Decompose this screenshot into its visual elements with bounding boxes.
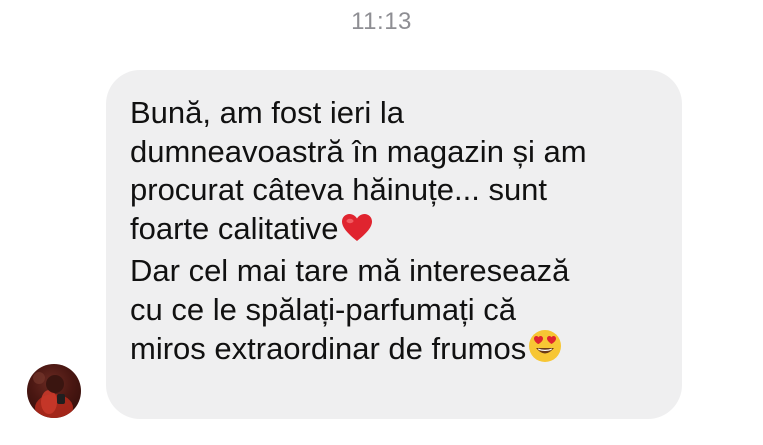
message-timestamp: 11:13 bbox=[351, 8, 412, 35]
avatar-photo-icon bbox=[33, 372, 73, 418]
message-line-7: miros extraordinar de frumos bbox=[130, 329, 668, 373]
message-line-4: foarte calitative bbox=[130, 210, 668, 253]
red-heart-emoji-icon bbox=[341, 213, 373, 253]
message-line-6: cu ce le spălați-parfumați că bbox=[130, 291, 516, 327]
message-line-1: Bună, am fost ieri la bbox=[130, 95, 404, 130]
message-line-7-text: miros extraordinar de frumos bbox=[130, 331, 527, 366]
sender-avatar[interactable] bbox=[27, 364, 81, 418]
message-line-3: procurat câteva hăinuțe... sunt bbox=[130, 172, 548, 207]
message-line-2: dumneavoastră în magazin și am bbox=[130, 133, 587, 169]
message-line-4-text: foarte calitative bbox=[130, 210, 339, 246]
heart-eyes-emoji-icon bbox=[528, 329, 562, 373]
message-line-5: Dar cel mai tare mă interesează bbox=[130, 253, 570, 288]
incoming-message-bubble[interactable]: Bună, am fost ieri la dumneavoastră în m… bbox=[106, 70, 682, 419]
chat-screen: 11:13 Bună, am fost ieri la dumneavoastr… bbox=[0, 0, 763, 445]
